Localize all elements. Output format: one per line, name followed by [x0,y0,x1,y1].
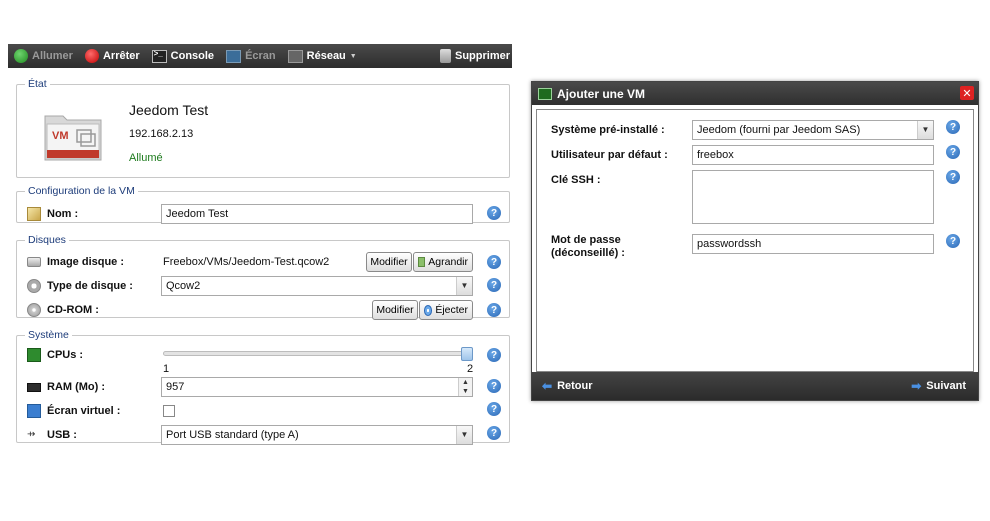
delete-button[interactable]: Supprimer [434,49,512,63]
ssh-key-textarea[interactable] [692,170,934,224]
state-group: État VM Jeedom Test 192.168.2.13 Allumé [16,78,510,178]
chevron-down-icon: ▼ [349,52,357,60]
vm-ip-address: 192.168.2.13 [129,128,194,140]
help-icon[interactable]: ? [487,255,501,269]
ram-icon [27,382,41,392]
ram-row: RAM (Mo) : [27,377,105,397]
config-legend: Configuration de la VM [28,185,135,197]
state-legend: État [28,78,47,90]
help-icon[interactable]: ? [946,170,960,184]
monitor-icon [226,49,242,63]
cpu-slider-track[interactable] [163,351,473,356]
ssh-key-label: Clé SSH : [551,174,601,186]
stop-button[interactable]: Arrêter [79,49,146,63]
cpu-icon [27,348,41,362]
gear-icon [27,279,41,293]
config-group: Configuration de la VM Nom : Jeedom Test… [16,185,510,224]
help-icon[interactable]: ? [487,303,501,317]
arrow-right-icon: ➡ [911,379,922,393]
cd-icon [27,303,41,317]
hard-disk-icon [27,257,41,267]
usb-select[interactable]: Port USB standard (type A) ▼ [161,425,473,445]
chevron-down-icon: ▼ [917,121,933,139]
default-user-label: Utilisateur par défaut : [551,149,668,161]
disks-group: Disques Image disque : Freebox/VMs/Jeedo… [16,234,510,320]
default-user-input[interactable]: freebox [692,145,934,165]
modify-cdrom-button[interactable]: Modifier [372,300,418,320]
console-button[interactable]: Console [146,49,220,63]
trash-icon [439,49,451,63]
dialog-titlebar: Ajouter une VM [532,82,978,105]
arrow-left-icon: ⬅ [542,379,553,393]
disks-legend: Disques [28,234,66,246]
disk-image-path: Freebox/VMs/Jeedom-Test.qcow2 [163,256,330,268]
ram-stepper[interactable]: ▲ ▼ [458,378,472,396]
name-row: Nom : [27,204,78,224]
back-button[interactable]: ⬅ Retour [542,379,593,393]
usb-icon: ⇸ [27,429,36,440]
add-vm-dialog: Ajouter une VM ✕ Système pré-installé : … [531,81,979,401]
screen-button[interactable]: Écran [220,49,282,63]
vm-toolbar: Allumer Arrêter Console Écran Réseau ▼ S… [8,44,512,68]
help-icon[interactable]: ? [487,278,501,292]
help-icon[interactable]: ? [946,234,960,248]
cpu-slider-handle[interactable] [461,347,473,361]
window-icon [538,87,552,100]
disk-image-row: Image disque : [27,252,124,272]
disk-type-select[interactable]: Qcow2 ▼ [161,276,473,296]
dialog-body: Système pré-installé : Jeedom (fourni pa… [536,109,974,372]
help-icon[interactable]: ? [487,402,501,416]
network-button[interactable]: Réseau ▼ [282,49,363,63]
password-input[interactable]: passwordssh [692,234,934,254]
vm-details-panel: Allumer Arrêter Console Écran Réseau ▼ S… [8,44,512,464]
disk-type-row: Type de disque : [27,276,133,296]
vm-status: Allumé [129,152,163,164]
modify-image-button[interactable]: Modifier [366,252,412,272]
help-icon[interactable]: ? [487,348,501,362]
edit-icon [27,207,41,221]
vm-folder-icon: VM [43,110,103,162]
help-icon[interactable]: ? [946,145,960,159]
monitor-icon [27,404,41,418]
cdrom-row: CD-ROM : [27,300,99,320]
power-off-icon [84,49,99,63]
eject-button[interactable]: Éjecter [419,300,473,320]
dialog-title: Ajouter une VM [557,86,646,101]
chevron-down-icon: ▼ [456,426,472,444]
system-group: Système CPUs : 1 2 ? RAM (Mo) : 957 ▲ ▼ ?… [16,329,510,445]
close-icon[interactable]: ✕ [960,86,974,100]
network-icon [287,49,303,63]
password-label: Mot de passe (déconseillé) : [551,234,625,259]
enlarge-disk-button[interactable]: Agrandir [413,252,473,272]
dialog-footer: ⬅ Retour ➡ Suivant [532,372,978,400]
system-legend: Système [28,329,69,341]
preinstalled-label: Système pré-installé : [551,124,665,136]
virtual-screen-checkbox[interactable] [163,405,175,417]
cpu-max-label: 2 [467,363,474,375]
eject-icon [424,304,433,316]
vm-name-input[interactable]: Jeedom Test [161,204,473,224]
help-icon[interactable]: ? [946,120,960,134]
preinstalled-select[interactable]: Jeedom (fourni par Jeedom SAS) ▼ [692,120,934,140]
enlarge-icon [418,257,426,267]
power-on-icon [14,49,28,63]
ram-input[interactable]: 957 ▲ ▼ [161,377,473,397]
help-icon[interactable]: ? [487,426,501,440]
help-icon[interactable]: ? [487,379,501,393]
console-icon [151,49,167,63]
chevron-down-icon: ▼ [456,277,472,295]
cpus-row: CPUs : [27,345,83,365]
usb-row: ⇸ USB : [27,429,77,441]
start-button[interactable]: Allumer [8,49,79,63]
virtual-screen-row: Écran virtuel : [27,401,120,421]
cpu-min-label: 1 [163,363,170,375]
help-icon[interactable]: ? [487,206,501,220]
vm-name-title: Jeedom Test [129,102,209,118]
next-button[interactable]: ➡ Suivant [911,379,966,393]
